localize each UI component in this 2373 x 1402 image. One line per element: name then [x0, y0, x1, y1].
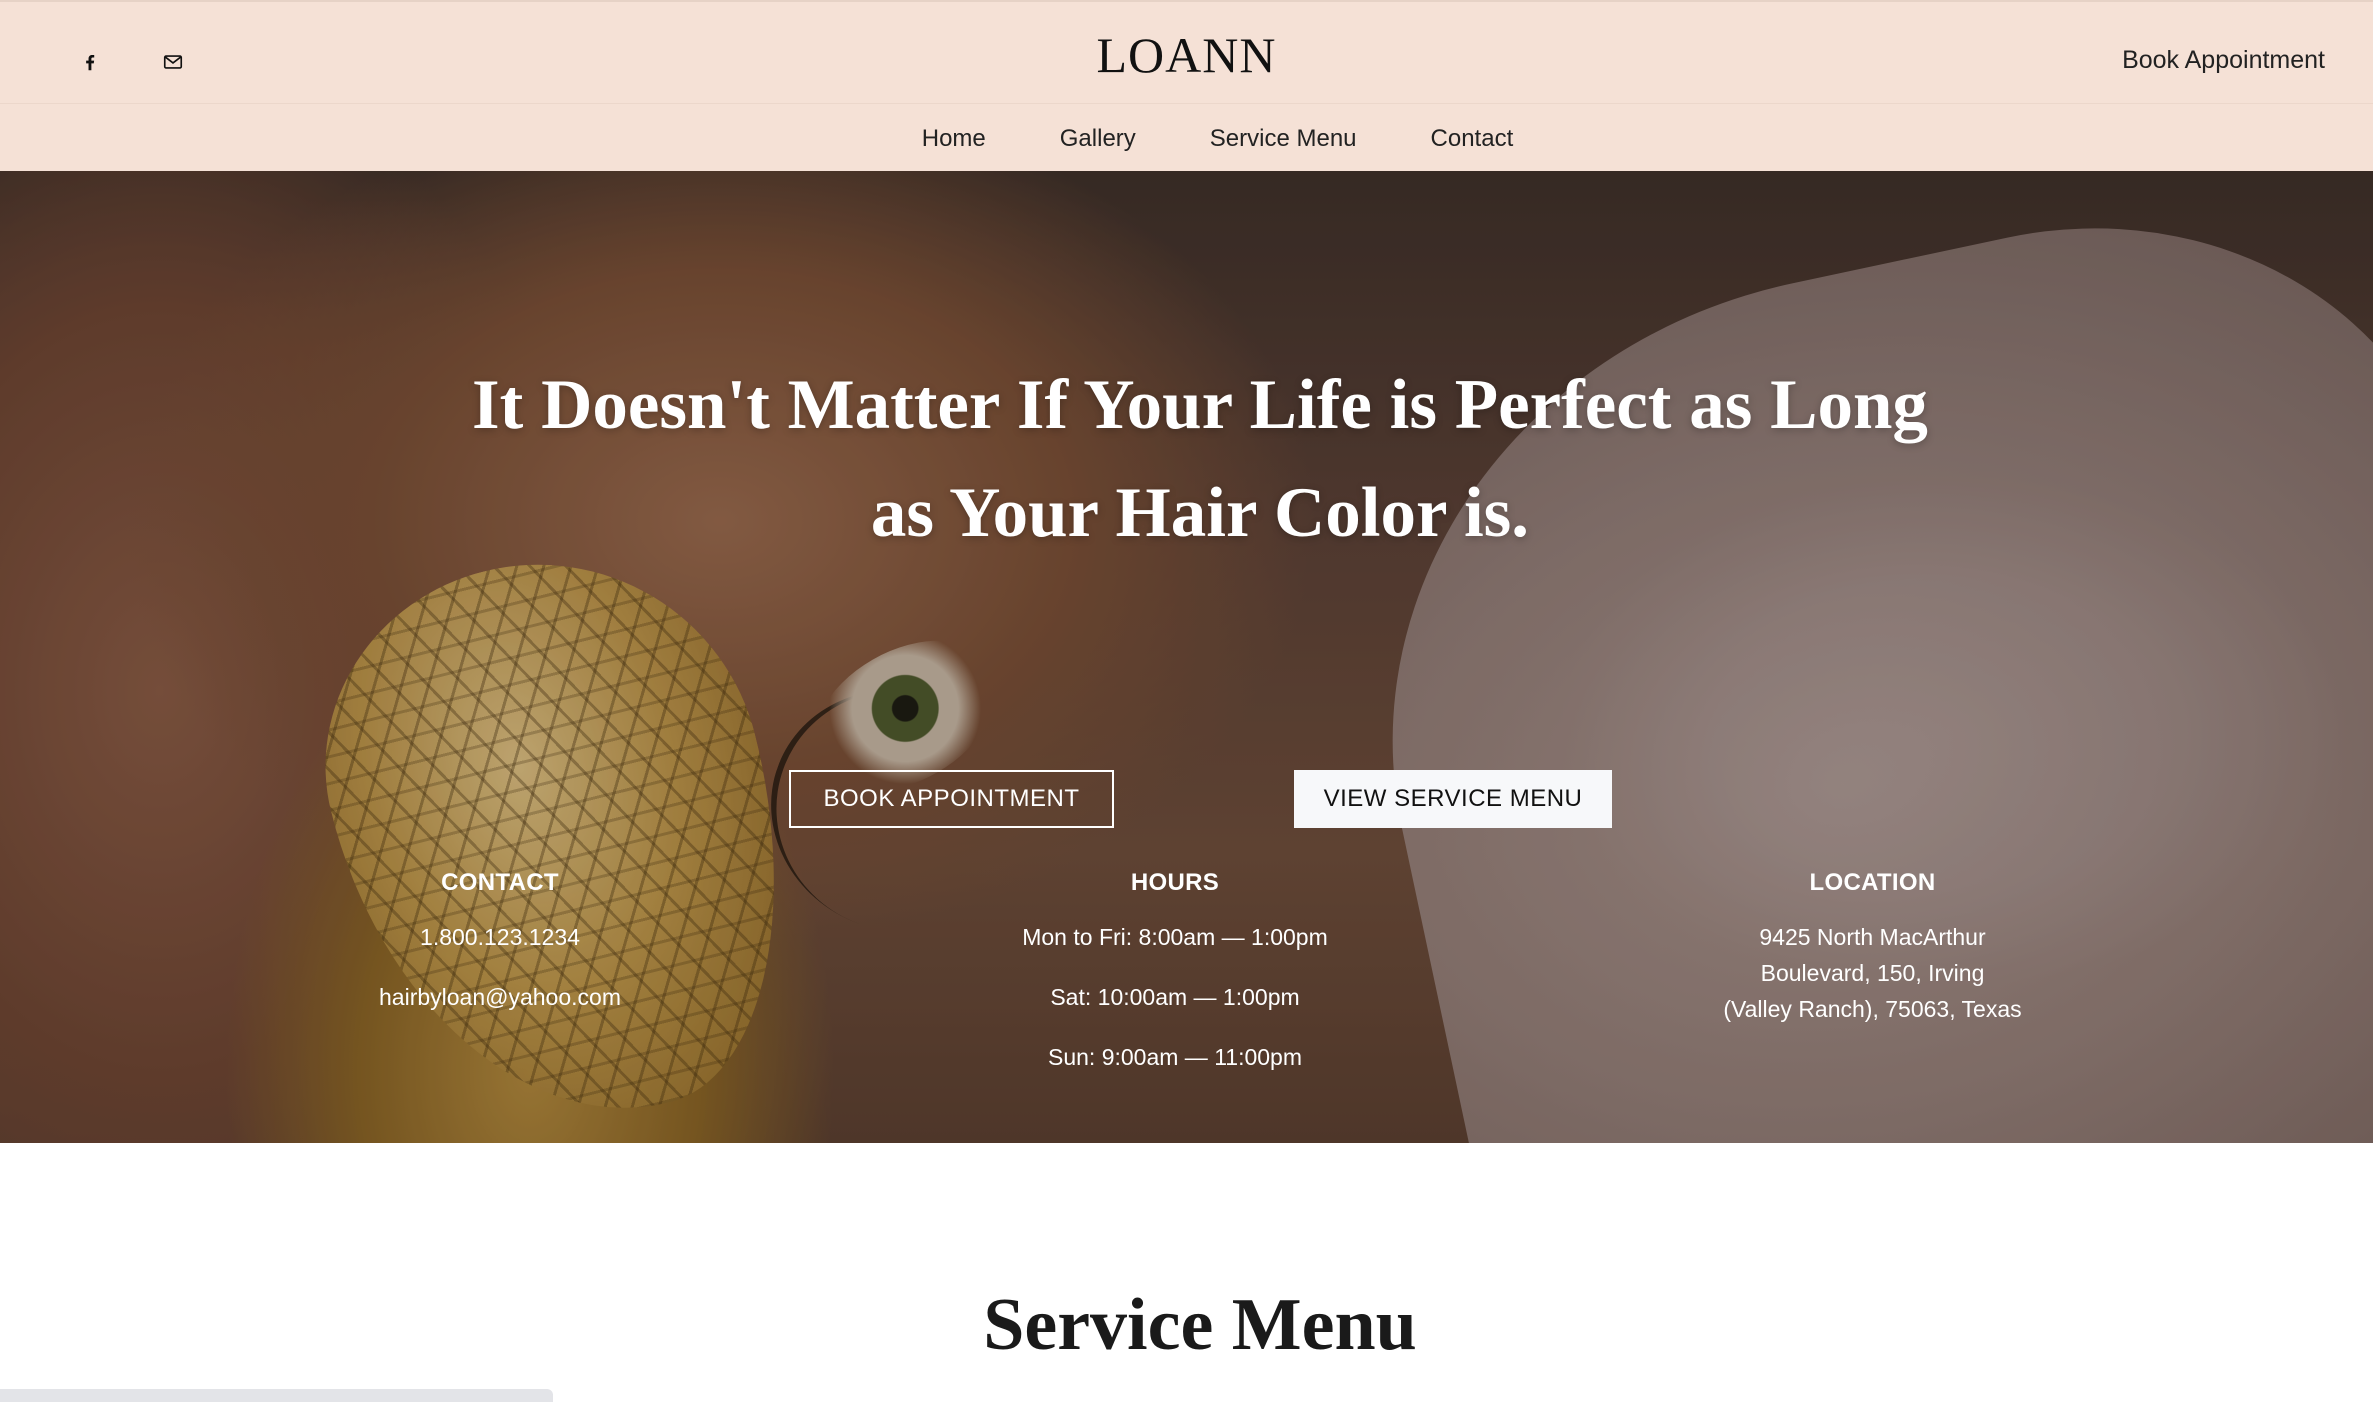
hero-headline-line-1: It Doesn't Matter If Your Life is Perfec…: [472, 366, 1928, 444]
view-service-menu-button[interactable]: VIEW SERVICE MENU: [1294, 770, 1612, 828]
service-menu-heading: Service Menu: [983, 1284, 1417, 1366]
site-logo: LOANN: [0, 26, 2373, 84]
nav-item-contact[interactable]: Contact: [1431, 125, 1514, 153]
location-line-1: 9425 North MacArthur: [1759, 924, 1986, 950]
hours-saturday: Sat: 10:00am — 1:00pm: [1050, 984, 1300, 1010]
hero-headline-line-2: as Your Hair Color is.: [870, 474, 1530, 552]
contact-info: CONTACT 1.800.123.1234 hairbyloan@yahoo.…: [330, 869, 670, 1015]
nav-item-home[interactable]: Home: [922, 125, 986, 153]
nav-item-service-menu[interactable]: Service Menu: [1210, 125, 1357, 153]
site-header: LOANN Book Appointment Home Gallery Serv…: [0, 0, 2373, 171]
browser-status-bar: [0, 1389, 553, 1402]
logo-text[interactable]: LOANN: [1097, 27, 1277, 83]
contact-email[interactable]: hairbyloan@yahoo.com: [330, 979, 670, 1015]
location-line-3: (Valley Ranch), 75063, Texas: [1723, 996, 2022, 1022]
header-book-appointment-link[interactable]: Book Appointment: [2122, 46, 2325, 75]
hours-info: HOURS Mon to Fri: 8:00am — 1:00pm Sat: 1…: [975, 869, 1375, 1075]
hours-title: HOURS: [1130, 869, 1220, 896]
header-top-bar: LOANN Book Appointment: [0, 2, 2373, 104]
nav-item-gallery[interactable]: Gallery: [1060, 125, 1136, 153]
location-line-2: Boulevard, 150, Irving: [1760, 960, 1985, 986]
location-info: LOCATION 9425 North MacArthur Boulevard,…: [1680, 869, 2065, 1027]
hours-sunday: Sun: 9:00am — 11:00pm: [1048, 1044, 1302, 1070]
contact-title: CONTACT: [441, 869, 559, 896]
hero-headline: It Doesn't Matter If Your Life is Perfec…: [0, 351, 2373, 567]
main-nav: Home Gallery Service Menu Contact: [0, 104, 2373, 173]
hours-weekdays: Mon to Fri: 8:00am — 1:00pm: [1022, 924, 1328, 950]
book-appointment-button[interactable]: BOOK APPOINTMENT: [789, 770, 1114, 828]
contact-phone[interactable]: 1.800.123.1234: [330, 919, 670, 955]
hero-section: It Doesn't Matter If Your Life is Perfec…: [0, 171, 2373, 1143]
location-title: LOCATION: [1809, 869, 1936, 896]
